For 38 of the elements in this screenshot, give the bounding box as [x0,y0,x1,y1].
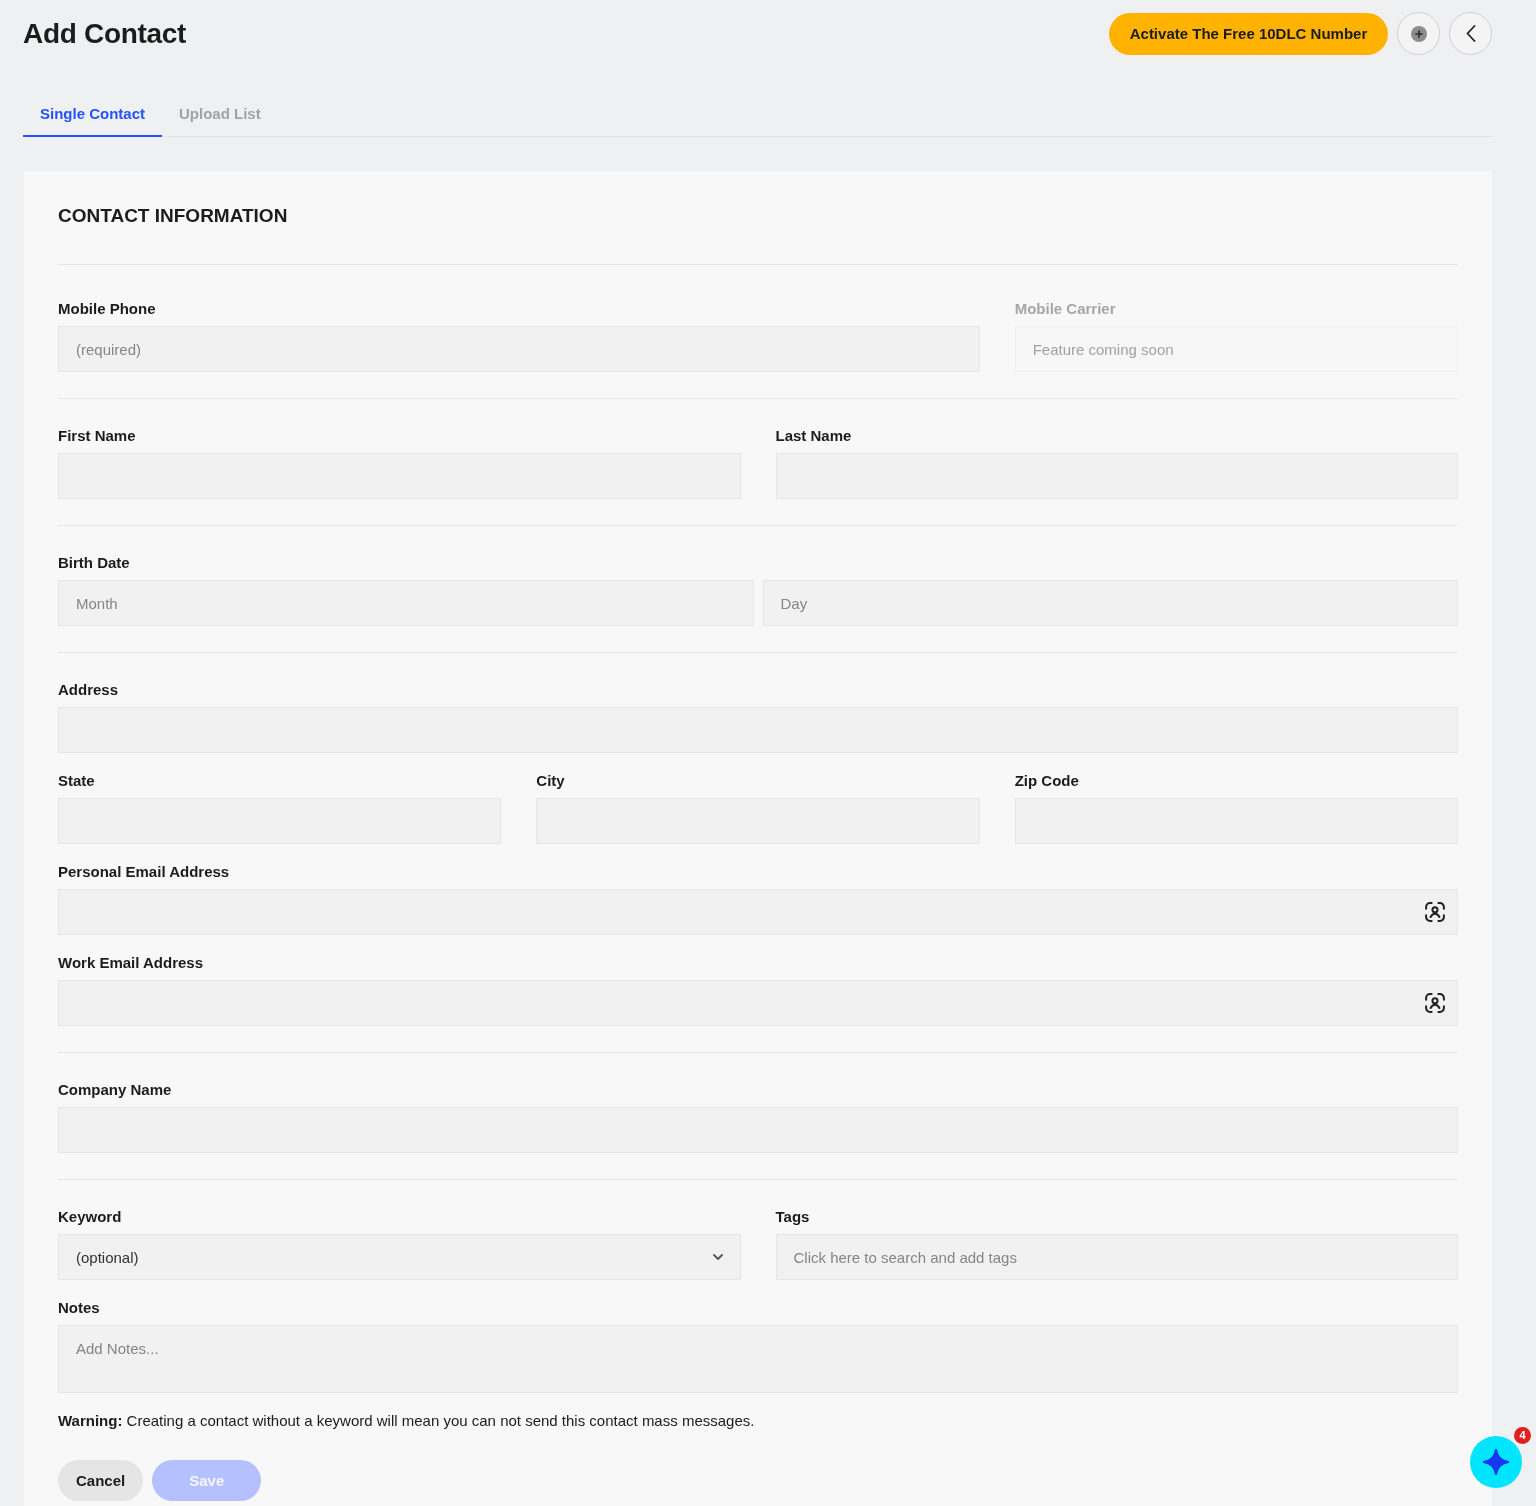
input-field[interactable]: (required) [58,326,980,372]
field-label: Personal Email Address [58,863,230,881]
page-title: Add Contact [23,16,187,51]
email-field[interactable] [58,889,1458,935]
notification-badge: 4 [1514,1427,1531,1444]
field-label: City [536,772,565,790]
field-label: Last Name [775,427,852,445]
field-label: Tags [775,1208,810,1226]
field-label: Address [58,681,119,699]
field-label: Mobile Phone [58,300,156,318]
field-label: Notes [58,1299,100,1317]
section-heading: CONTACT INFORMATION [58,205,288,227]
field-label: Zip Code [1014,772,1079,790]
input-field[interactable]: Day [762,580,1458,626]
chevron-left-icon [1465,25,1476,42]
notes-field[interactable]: Add Notes... [58,1325,1458,1393]
person-scan-icon[interactable] [1425,902,1445,922]
field-label: Work Email Address [58,954,204,972]
tab[interactable]: Single Contact [23,91,162,137]
keyword-dropdown[interactable]: (optional) [58,1234,741,1280]
field-label: Mobile Carrier [1014,300,1116,318]
plus-icon [1410,25,1427,42]
cancel-button[interactable]: Cancel [58,1460,144,1501]
field-label: Company Name [58,1081,172,1099]
input-field[interactable]: Month [58,580,754,626]
input-field[interactable]: Click here to search and add tags [775,1234,1458,1280]
activate-number-button[interactable]: Activate The Free 10DLC Number [1109,12,1388,55]
person-scan-icon[interactable] [1425,993,1445,1013]
add-button[interactable] [1397,12,1440,55]
email-field[interactable] [58,980,1458,1026]
sparkle-icon [1483,1449,1509,1475]
field-label: Birth Date [58,554,130,572]
chevron-down-icon [712,1254,723,1260]
warning-text: Warning: Creating a contact without a keyword will mean you can not send this contact mass messages. [58,1412,756,1430]
field-label: Keyword [58,1208,122,1226]
field-label: First Name [58,427,136,445]
field-label: State [58,772,95,790]
back-button[interactable] [1449,12,1492,55]
